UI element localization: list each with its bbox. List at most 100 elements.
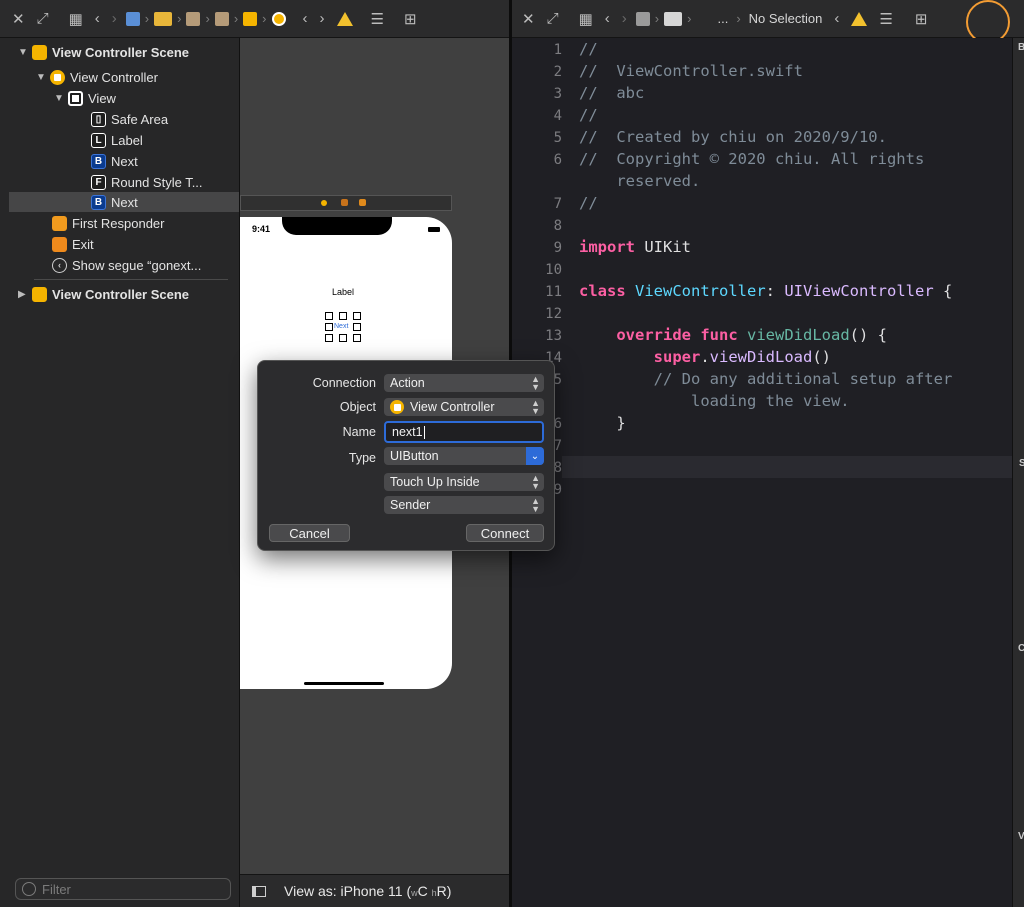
battery-icon: [428, 227, 440, 232]
outline-row-button-selected[interactable]: B Next: [9, 192, 239, 212]
outline-row-button[interactable]: B Next: [91, 151, 138, 171]
connection-popover: Connection Action ▲ ▼ Object View Control…: [257, 360, 555, 551]
outline-row-label[interactable]: L Label: [91, 130, 143, 150]
segue-icon: ‹: [52, 257, 67, 273]
line-number: 11: [545, 284, 562, 300]
folder-icon[interactable]: [154, 11, 173, 26]
breadcrumb-no-selection[interactable]: No Selection: [749, 11, 823, 26]
back-chevron-icon[interactable]: ‹: [605, 9, 610, 29]
project-icon[interactable]: [125, 11, 140, 26]
exit-dock-icon[interactable]: [359, 199, 366, 206]
code-line: loading the view.: [653, 392, 850, 410]
forward-chevron-icon[interactable]: ›: [112, 9, 117, 29]
menu-lines-icon[interactable]: ☰: [371, 9, 384, 29]
filter-placeholder: Filter: [42, 881, 71, 897]
code-line: //: [579, 106, 598, 124]
outline-label: View Controller Scene: [52, 44, 190, 60]
chevron-down-icon[interactable]: ⌄: [526, 447, 544, 465]
filter-field[interactable]: Filter: [15, 878, 231, 900]
close-icon[interactable]: ✕: [12, 9, 25, 29]
outline-label: View Controller: [70, 69, 158, 85]
disclosure-closed-icon[interactable]: ▶: [18, 289, 32, 300]
outline-label: Round Style T...: [111, 174, 203, 190]
code-line: // Created by chiu on 2020/9/10.: [579, 128, 887, 146]
scene-dock[interactable]: [240, 195, 452, 211]
canvas-label[interactable]: Label: [332, 287, 354, 297]
outline-row-view-controller[interactable]: ▼ View Controller: [36, 67, 158, 87]
view-controller-icon: [50, 69, 65, 85]
outline-row-scene[interactable]: ▼ View Controller Scene: [18, 42, 189, 62]
related-items-icon[interactable]: ▦: [579, 9, 593, 29]
text-cursor: [423, 425, 425, 439]
first-responder-dock-icon[interactable]: [341, 199, 348, 206]
warning-icon[interactable]: [851, 11, 868, 26]
line-number: 13: [545, 328, 562, 344]
expand-icon[interactable]: ⤢: [37, 9, 49, 29]
outline-row-textfield[interactable]: F Round Style T...: [91, 172, 203, 192]
textfield-icon: F: [91, 174, 106, 190]
adjust-editor-options-icon[interactable]: ☰: [879, 9, 892, 29]
toggle-outline-icon[interactable]: [252, 885, 266, 897]
back-chevron-icon[interactable]: ‹: [95, 9, 100, 29]
folder-icon[interactable]: [664, 11, 683, 26]
forward-chevron-icon[interactable]: ›: [622, 9, 627, 29]
type-combobox[interactable]: UIButton ⌄: [384, 447, 544, 465]
storyboard-file-icon[interactable]: [186, 11, 201, 26]
view-controller-icon[interactable]: [271, 11, 286, 26]
code-line: }: [616, 414, 626, 432]
warning-icon[interactable]: [336, 11, 353, 26]
scene-icon: [32, 44, 47, 60]
outline-row-view[interactable]: ▼ View: [54, 88, 116, 108]
name-input[interactable]: next1: [384, 421, 544, 443]
arguments-select[interactable]: Sender ▲ ▼: [384, 496, 544, 514]
outline-row-scene-2[interactable]: ▶ View Controller Scene: [18, 284, 189, 304]
storyboard-icon[interactable]: [214, 11, 229, 26]
outline-row-safe-area[interactable]: ▯ Safe Area: [91, 109, 168, 129]
outline-row-first-responder[interactable]: First Responder: [52, 213, 164, 233]
object-select[interactable]: View Controller ▲ ▼: [384, 398, 544, 416]
selected-next-button[interactable]: Next: [325, 312, 361, 342]
line-number: 12: [545, 306, 562, 322]
forward-chevron-icon[interactable]: ›: [320, 9, 325, 29]
code-editor[interactable]: 1 2 3 4 5 6 7 8 9 10 11 12 13 14 15 16 1…: [512, 38, 1012, 907]
add-editor-icon[interactable]: ⊞: [404, 9, 417, 29]
breadcrumb-overflow[interactable]: ...: [717, 11, 728, 26]
view-controller-dock-icon[interactable]: [321, 200, 327, 206]
disclosure-open-icon[interactable]: ▼: [18, 47, 32, 58]
line-number: 2: [553, 64, 562, 80]
object-label: Object: [339, 400, 376, 414]
add-editor-icon[interactable]: ⊞: [915, 9, 928, 29]
event-select[interactable]: Touch Up Inside ▲ ▼: [384, 473, 544, 491]
connection-select[interactable]: Action ▲ ▼: [384, 374, 544, 392]
line-number: 4: [553, 108, 562, 124]
related-items-icon[interactable]: ▦: [69, 9, 83, 29]
connect-button[interactable]: Connect: [466, 524, 544, 542]
disclosure-open-icon[interactable]: ▼: [36, 72, 50, 83]
inspector-edge: B S C V: [1012, 38, 1024, 907]
outline-label: Show segue “gonext...: [72, 257, 202, 273]
updown-chevron-icon: ▲ ▼: [531, 496, 540, 514]
code-line: //: [579, 40, 598, 58]
outline-row-exit[interactable]: Exit: [52, 234, 94, 254]
line-number: 10: [545, 262, 562, 278]
line-number: 7: [553, 196, 562, 212]
label-icon: L: [91, 132, 106, 148]
close-icon[interactable]: ✕: [522, 9, 535, 29]
expand-icon[interactable]: ⤢: [547, 9, 559, 29]
inspector-letter: V: [1018, 831, 1024, 842]
outline-label: View: [88, 90, 116, 106]
back-chevron-icon[interactable]: ‹: [303, 9, 308, 29]
view-as-device-button[interactable]: View as: iPhone 11 (wC hR): [284, 883, 451, 899]
scene-icon[interactable]: [243, 11, 258, 26]
updown-chevron-icon: ▲ ▼: [531, 374, 540, 392]
connection-label: Connection: [312, 376, 376, 390]
project-icon[interactable]: [635, 11, 650, 26]
outline-row-segue[interactable]: ‹ Show segue “gonext...: [52, 255, 201, 275]
cancel-button[interactable]: Cancel: [269, 524, 350, 542]
disclosure-open-icon[interactable]: ▼: [54, 93, 68, 104]
back-chevron-icon[interactable]: ‹: [834, 9, 839, 29]
code-line: // abc: [579, 84, 645, 102]
first-responder-icon: [52, 215, 67, 231]
inspector-letter: S: [1019, 458, 1024, 469]
code-line: override func viewDidLoad() {: [616, 326, 887, 344]
